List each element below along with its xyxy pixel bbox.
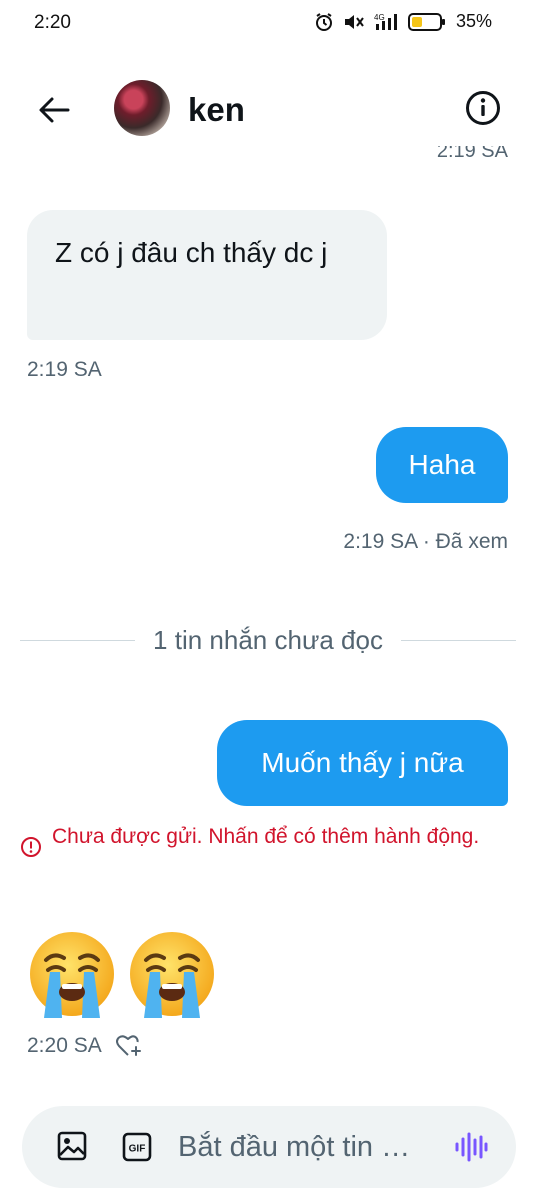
avatar[interactable] — [114, 80, 170, 136]
alarm-icon — [314, 12, 334, 32]
message-timestamp: 2:20 SA — [27, 1034, 102, 1057]
contact-name[interactable]: ken — [188, 91, 245, 129]
status-bar: 2:20 4G 35% — [0, 0, 536, 48]
send-error-text[interactable]: Chưa được gửi. Nhấn để có thêm hành động… — [52, 822, 479, 858]
conversation-header: ken — [0, 72, 536, 146]
gif-label: GIF — [129, 1144, 146, 1155]
voice-message-icon[interactable] — [454, 1130, 488, 1164]
heart-plus-icon[interactable] — [115, 1034, 142, 1058]
message-input[interactable] — [178, 1124, 448, 1170]
status-icons: 4G 35% — [314, 11, 492, 32]
message-timestamp: 2:19 SA — [27, 358, 102, 381]
send-error[interactable]: Chưa được gửi. Nhấn để có thêm hành động… — [20, 822, 490, 858]
loudly-crying-face-icon — [30, 932, 114, 1018]
unread-label: 1 tin nhắn chưa đọc — [153, 624, 383, 655]
message-timestamp-seen: 2:19 SA · Đã xem — [343, 530, 508, 553]
status-time: 2:20 — [34, 12, 71, 33]
unread-divider: 1 tin nhắn chưa đọc — [20, 618, 516, 662]
image-icon[interactable] — [56, 1130, 88, 1162]
outgoing-message-bubble[interactable]: Muốn thấy j nữa — [217, 720, 508, 806]
error-icon — [21, 837, 41, 857]
signal-icon: 4G — [374, 12, 400, 32]
gif-icon[interactable]: GIF — [122, 1132, 152, 1162]
emoji-message-meta: 2:20 SA — [27, 1034, 142, 1058]
network-type: 4G — [374, 13, 385, 22]
info-button[interactable] — [464, 89, 502, 127]
arrow-left-icon — [39, 97, 70, 123]
divider-line — [400, 639, 516, 641]
message-composer: GIF — [22, 1106, 516, 1188]
back-button[interactable] — [34, 90, 74, 130]
emoji-message[interactable] — [28, 930, 216, 1020]
outgoing-message-bubble[interactable]: Haha — [376, 427, 508, 503]
battery-icon — [407, 12, 446, 32]
incoming-message-bubble[interactable]: Z có j đâu ch thấy dc j — [27, 210, 387, 340]
info-icon — [466, 91, 500, 125]
mute-icon — [342, 12, 366, 32]
loudly-crying-face-icon — [130, 932, 214, 1018]
battery-percent: 35% — [455, 11, 492, 31]
divider-line — [20, 639, 136, 641]
